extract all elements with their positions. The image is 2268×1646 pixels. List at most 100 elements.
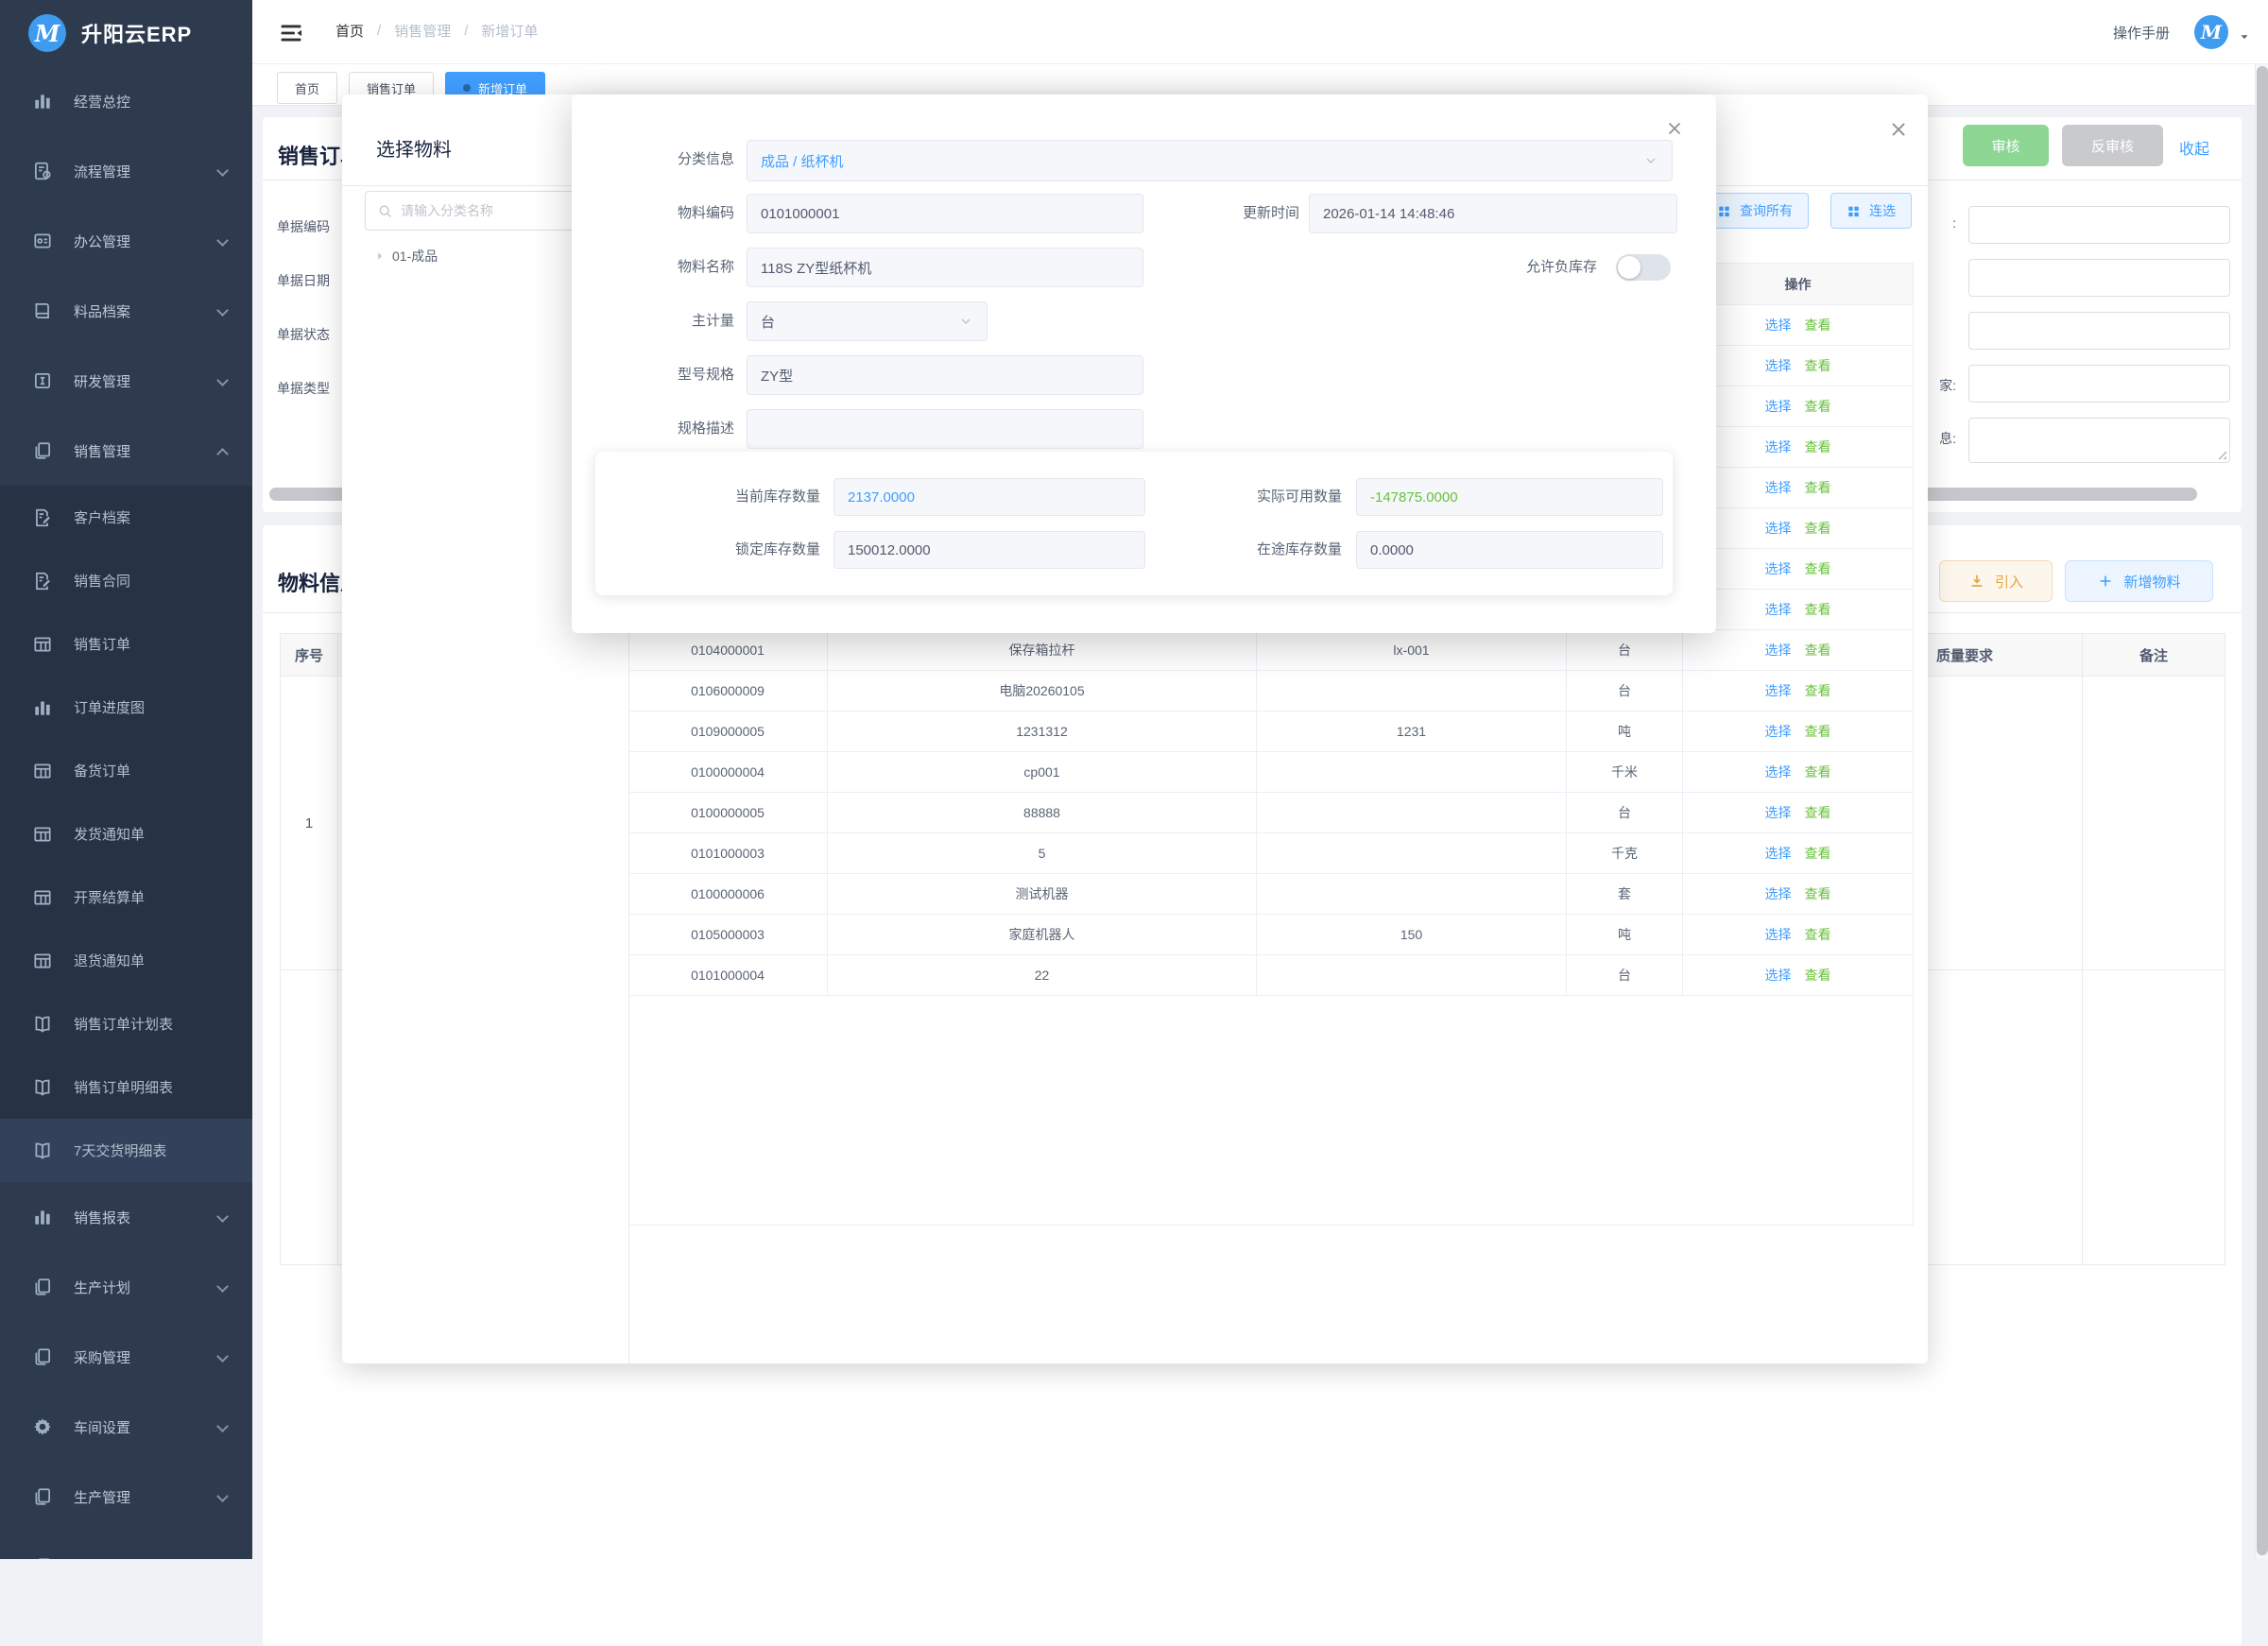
query-all-button[interactable]: 查询所有 <box>1701 193 1809 229</box>
close-icon[interactable] <box>1888 119 1909 140</box>
select-link[interactable]: 选择 <box>1765 884 1792 903</box>
sidebar-item[interactable]: 销售订单明细表 <box>0 1055 252 1119</box>
select-link[interactable]: 选择 <box>1765 925 1792 944</box>
vertical-scrollbar[interactable] <box>2257 66 2268 1555</box>
order-input[interactable] <box>1968 206 2230 244</box>
sidebar-item[interactable]: 生产管理 <box>0 1462 252 1532</box>
select-link[interactable]: 选择 <box>1765 478 1792 497</box>
close-icon[interactable] <box>1665 119 1684 138</box>
add-material-button[interactable]: 新增物料 <box>2065 560 2213 602</box>
multi-select-button[interactable]: 连选 <box>1830 193 1912 229</box>
sidebar-item[interactable]: 订单进度图 <box>0 676 252 739</box>
avatar[interactable]: M <box>2194 15 2228 49</box>
allow-negative-toggle[interactable] <box>1616 254 1671 281</box>
select-link[interactable]: 选择 <box>1765 519 1792 538</box>
sidebar-item[interactable]: 生产计划 <box>0 1252 252 1322</box>
manual-link[interactable]: 操作手册 <box>2113 23 2170 43</box>
sidebar-item[interactable]: 销售合同 <box>0 549 252 612</box>
sidebar-item[interactable]: 备货订单 <box>0 739 252 802</box>
sidebar-item[interactable]: 加工车间 <box>0 1532 252 1559</box>
order-input[interactable] <box>1968 312 2230 350</box>
unaudit-button[interactable]: 反审核 <box>2062 125 2163 166</box>
select-link[interactable]: 选择 <box>1765 803 1792 822</box>
collapse-menu-icon[interactable] <box>279 21 303 43</box>
select-link[interactable]: 选择 <box>1765 559 1792 578</box>
view-link[interactable]: 查看 <box>1805 844 1831 863</box>
view-link[interactable]: 查看 <box>1805 437 1831 456</box>
category-search-input[interactable]: 请输入分类名称 <box>365 191 586 231</box>
order-input[interactable] <box>1968 259 2230 297</box>
cell-material-spec <box>1257 793 1567 832</box>
sidebar-item[interactable]: 办公管理 <box>0 206 252 276</box>
update-time-input[interactable]: 2026-01-14 14:48:46 <box>1309 194 1677 233</box>
sidebar-item[interactable]: 采购管理 <box>0 1322 252 1392</box>
caret-down-icon[interactable] <box>2238 30 2251 43</box>
cell-material-code: 0101000003 <box>628 833 828 873</box>
material-code-input[interactable]: 0101000001 <box>747 194 1143 233</box>
sidebar-item[interactable]: 销售管理 <box>0 416 252 486</box>
view-link[interactable]: 查看 <box>1805 519 1831 538</box>
sidebar-item[interactable]: 销售报表 <box>0 1182 252 1252</box>
sidebar-item[interactable]: 客户档案 <box>0 486 252 549</box>
current-stock-input[interactable]: 2137.0000 <box>833 478 1145 516</box>
breadcrumb-sales[interactable]: 销售管理 <box>394 21 451 41</box>
sidebar-item[interactable]: 7天交货明细表 <box>0 1119 252 1182</box>
view-link[interactable]: 查看 <box>1805 803 1831 822</box>
unit-select[interactable]: 台 <box>747 301 988 341</box>
audit-button[interactable]: 审核 <box>1963 125 2049 166</box>
sidebar-item[interactable]: 销售订单计划表 <box>0 992 252 1055</box>
chevron-icon <box>216 445 228 456</box>
select-link[interactable]: 选择 <box>1765 316 1792 334</box>
order-form-right-inputs <box>1968 206 2230 463</box>
view-link[interactable]: 查看 <box>1805 316 1831 334</box>
collapse-link[interactable]: 收起 <box>2179 136 2209 159</box>
view-link[interactable]: 查看 <box>1805 722 1831 741</box>
select-link[interactable]: 选择 <box>1765 966 1792 985</box>
transit-stock-input[interactable]: 0.0000 <box>1356 531 1663 569</box>
view-link[interactable]: 查看 <box>1805 641 1831 660</box>
sidebar-item[interactable]: 车间设置 <box>0 1392 252 1462</box>
view-link[interactable]: 查看 <box>1805 681 1831 700</box>
select-link[interactable]: 选择 <box>1765 397 1792 416</box>
sidebar-item[interactable]: 销售订单 <box>0 612 252 676</box>
sidebar-item[interactable]: 研发管理 <box>0 346 252 416</box>
sidebar-item[interactable]: 经营总控 <box>0 66 252 136</box>
select-link[interactable]: 选择 <box>1765 356 1792 375</box>
import-button[interactable]: 引入 <box>1939 560 2053 602</box>
category-select[interactable]: 成品 / 纸杯机 <box>747 140 1673 181</box>
select-link[interactable]: 选择 <box>1765 437 1792 456</box>
sidebar-item[interactable]: 开票结算单 <box>0 866 252 929</box>
sidebar-item[interactable]: 退货通知单 <box>0 929 252 992</box>
view-link[interactable]: 查看 <box>1805 356 1831 375</box>
view-link[interactable]: 查看 <box>1805 559 1831 578</box>
view-link[interactable]: 查看 <box>1805 763 1831 781</box>
select-link[interactable]: 选择 <box>1765 641 1792 660</box>
select-link[interactable]: 选择 <box>1765 844 1792 863</box>
cell-material-spec <box>1257 752 1567 792</box>
order-remark-textarea[interactable] <box>1968 418 2230 463</box>
breadcrumb-home[interactable]: 首页 <box>335 21 364 41</box>
select-link[interactable]: 选择 <box>1765 681 1792 700</box>
spec-desc-input[interactable] <box>747 409 1143 449</box>
view-link[interactable]: 查看 <box>1805 884 1831 903</box>
view-link[interactable]: 查看 <box>1805 925 1831 944</box>
order-input[interactable] <box>1968 365 2230 403</box>
app-logo: M 升阳云ERP <box>0 0 252 66</box>
model-spec-input[interactable]: ZY型 <box>747 355 1143 395</box>
locked-stock-input[interactable]: 150012.0000 <box>833 531 1145 569</box>
select-link[interactable]: 选择 <box>1765 763 1792 781</box>
view-link[interactable]: 查看 <box>1805 397 1831 416</box>
sidebar-item[interactable]: 发货通知单 <box>0 802 252 866</box>
page-tab[interactable]: 首页 <box>277 72 337 104</box>
select-link[interactable]: 选择 <box>1765 600 1792 619</box>
material-name-input[interactable]: 118S ZY型纸杯机 <box>747 248 1143 287</box>
view-link[interactable]: 查看 <box>1805 600 1831 619</box>
sidebar-item[interactable]: 料品档案 <box>0 276 252 346</box>
select-link[interactable]: 选择 <box>1765 722 1792 741</box>
sidebar-item[interactable]: 流程管理 <box>0 136 252 206</box>
view-link[interactable]: 查看 <box>1805 966 1831 985</box>
view-link[interactable]: 查看 <box>1805 478 1831 497</box>
app-title: 升阳云ERP <box>81 18 192 48</box>
tree-node-category[interactable]: 01-成品 <box>373 244 438 268</box>
actual-available-input[interactable]: -147875.0000 <box>1356 478 1663 516</box>
